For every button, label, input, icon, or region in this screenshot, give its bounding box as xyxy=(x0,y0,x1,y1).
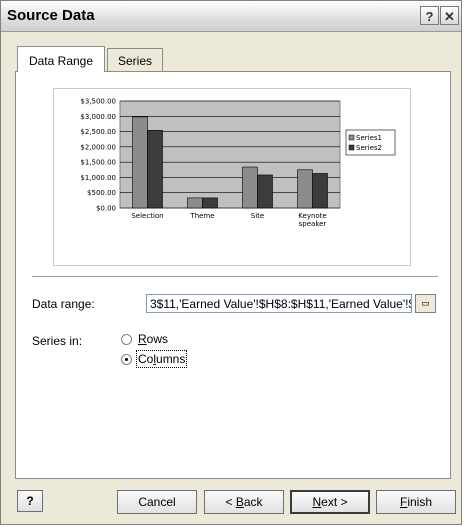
data-range-input[interactable]: 3$11,'Earned Value'!$H$8:$H$11,'Earned V… xyxy=(146,294,412,313)
collapse-icon: ▭ xyxy=(421,298,430,308)
bar-series2 xyxy=(257,174,273,209)
data-range-panel: $0.00 $500.00 $1,000.00 $1,500.00 $2,000.00 $… xyxy=(15,71,451,479)
bar-series2 xyxy=(202,197,218,209)
y-tick-label: $500.00 xyxy=(87,189,116,197)
bar-series1 xyxy=(132,116,148,209)
rows-radio[interactable] xyxy=(121,334,132,345)
source-data-dialog: Source Data ? ✕ Data Range Series $0.00 $… xyxy=(0,0,462,525)
next-button[interactable]: Next > xyxy=(290,490,370,514)
columns-radio-label[interactable]: Columns xyxy=(135,350,188,368)
y-tick-label: $3,500.00 xyxy=(80,98,116,106)
y-tick-label: $1,000.00 xyxy=(80,174,116,182)
x-tick-label: Theme xyxy=(189,212,214,220)
x-tick-label: Site xyxy=(251,212,264,220)
rows-radio-label[interactable]: Rows xyxy=(138,332,168,346)
dialog-help-button[interactable]: ? xyxy=(17,490,43,512)
bar-series1 xyxy=(187,197,203,209)
y-tick-label: $0.00 xyxy=(96,205,116,213)
y-tick-label: $2,500.00 xyxy=(80,128,116,136)
legend-swatch xyxy=(348,144,355,151)
chart-preview: $0.00 $500.00 $1,000.00 $1,500.00 $2,000.00 $… xyxy=(53,88,411,266)
legend-label: Series1 xyxy=(356,134,382,142)
separator xyxy=(32,276,438,278)
cancel-button[interactable]: Cancel xyxy=(117,490,197,514)
bar-series2 xyxy=(312,173,328,209)
y-tick-label: $2,000.00 xyxy=(80,143,116,151)
collapse-dialog-button[interactable]: ▭ xyxy=(415,294,436,313)
back-button[interactable]: < Back xyxy=(204,490,284,514)
dialog-title: Source Data xyxy=(7,7,95,24)
close-button[interactable]: ✕ xyxy=(440,6,459,25)
series-in-label: Series in: xyxy=(32,334,83,348)
y-tick-label: $3,000.00 xyxy=(80,113,116,121)
legend-label: Series2 xyxy=(356,144,382,152)
title-bar[interactable]: Source Data ? ✕ xyxy=(1,1,461,32)
x-tick-label: speaker xyxy=(299,220,327,228)
bar-series2 xyxy=(147,130,163,209)
columns-radio[interactable] xyxy=(121,354,132,365)
x-tick-label: Selection xyxy=(131,212,163,220)
tab-series[interactable]: Series xyxy=(107,48,163,72)
chart-svg: $0.00 $500.00 $1,000.00 $1,500.00 $2,000.00 $… xyxy=(80,98,396,228)
finish-button[interactable]: Finish xyxy=(376,490,456,514)
tab-data-range[interactable]: Data Range xyxy=(17,46,105,72)
x-tick-label: Keynote xyxy=(298,212,326,220)
help-button[interactable]: ? xyxy=(420,6,439,25)
data-range-label: Data range: xyxy=(32,297,95,311)
y-tick-label: $1,500.00 xyxy=(80,159,116,167)
bar-series1 xyxy=(297,169,313,209)
bar-series1 xyxy=(242,166,258,209)
legend-swatch xyxy=(348,134,355,141)
